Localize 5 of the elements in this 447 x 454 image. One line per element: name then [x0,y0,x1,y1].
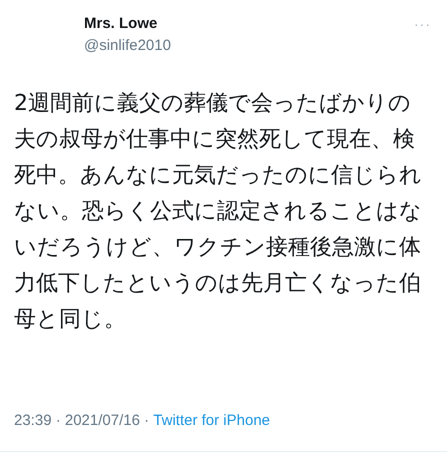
author-handle[interactable]: @sinlife2010 [84,36,414,56]
tweet-text: 2週間前に義父の葬儀で会ったばかりの夫の叔母が仕事中に突然死して現在、検死中。あんなに元気だったのに信じられない。恐らく公式に認定されることはないだろうけど、ワクチン接種後急激に体力低下したというのは先月亡くなった伯母と同じ。 [13,90,423,334]
source-link[interactable]: Twitter for iPhone [153,411,270,431]
author-name[interactable]: Mrs. Lowe [84,14,414,34]
tweet-timestamp: 23:39 · 2021/07/16 · [14,411,150,431]
